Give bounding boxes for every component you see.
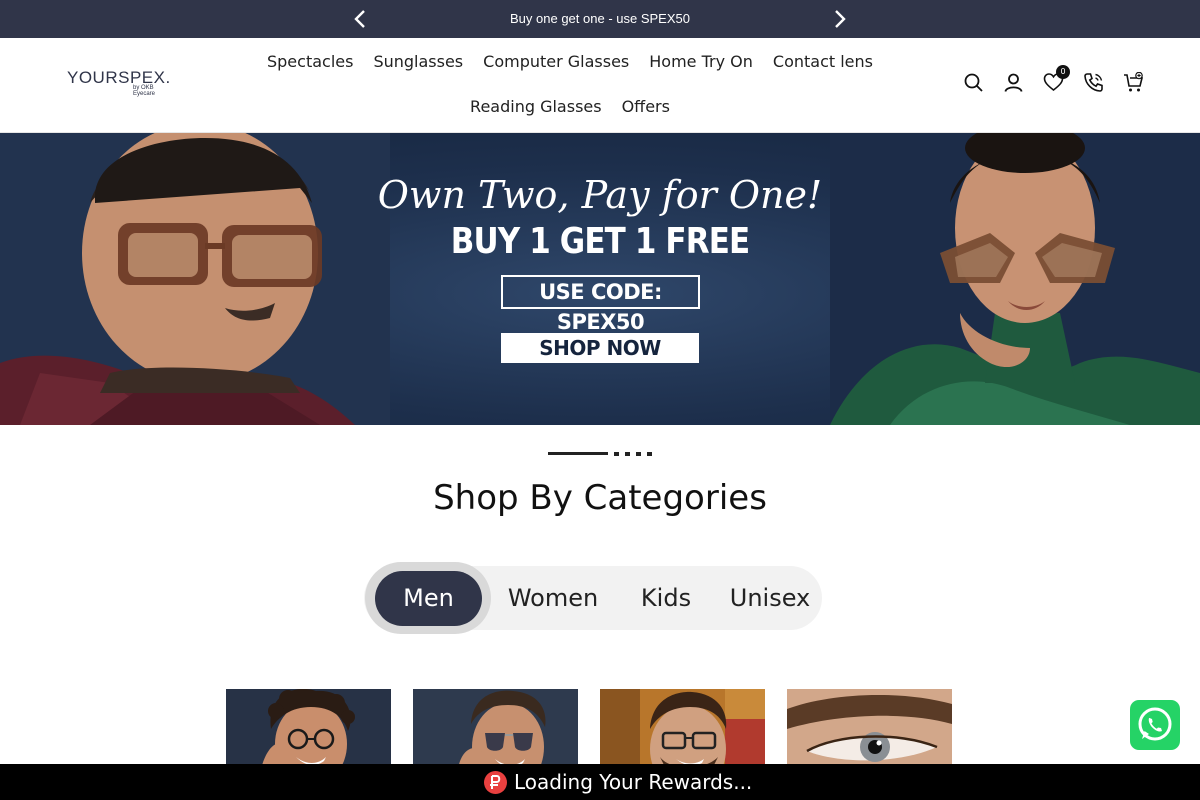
category-tile[interactable] [226, 689, 391, 769]
tab-men[interactable]: Men [365, 562, 491, 634]
site-header: YOURSPEX. by OKB Eyecare Spectacles Sung… [0, 38, 1200, 133]
brand-logo[interactable]: YOURSPEX. by OKB Eyecare [67, 68, 171, 97]
men-curly-hair-model-image [226, 689, 391, 769]
men-aviator-sunglasses-model-image [413, 689, 578, 769]
nav-row-1: Spectacles Sunglasses Computer Glasses H… [240, 38, 900, 84]
phone-icon [1084, 73, 1103, 92]
nav-item-sunglasses[interactable]: Sunglasses [373, 52, 463, 71]
rewards-bar[interactable]: Loading Your Rewards... [0, 764, 1200, 800]
search-icon [964, 73, 983, 92]
category-tabs: Men Women Kids Unisex [364, 562, 822, 634]
wishlist-count-badge: 0 [1056, 65, 1070, 79]
category-tile[interactable] [787, 689, 952, 769]
tab-unisex[interactable]: Unisex [720, 566, 820, 630]
nav-row-2: Reading Glasses Offers [240, 84, 900, 128]
nav-item-home-try-on[interactable]: Home Try On [649, 52, 753, 71]
whatsapp-chat-button[interactable] [1130, 700, 1180, 750]
banner-shop-now-button[interactable]: SHOP NOW [501, 333, 699, 363]
rewards-icon [484, 770, 507, 794]
eye-closeup-contact-lens-image [787, 689, 952, 769]
logo-subtext: by OKB Eyecare [133, 85, 156, 97]
banner-promo-code: USE CODE: SPEX50 [501, 275, 700, 334]
divider-dot [636, 452, 641, 456]
tab-kids[interactable]: Kids [629, 566, 703, 630]
wishlist-button[interactable]: 0 [1043, 65, 1070, 93]
nav-item-reading-glasses[interactable]: Reading Glasses [470, 97, 602, 116]
main-nav: Spectacles Sunglasses Computer Glasses H… [240, 38, 900, 128]
user-icon [1004, 73, 1023, 92]
banner-tagline: Own Two, Pay for One! [377, 173, 823, 217]
category-tile[interactable] [413, 689, 578, 769]
chevron-right-icon [835, 10, 846, 28]
men-smiling-rectangle-glasses-model-image [600, 689, 765, 769]
announcement-next-button[interactable] [828, 8, 850, 30]
phone-button[interactable] [1083, 72, 1104, 93]
categories-title: Shop By Categories [433, 478, 767, 518]
nav-item-spectacles[interactable]: Spectacles [267, 52, 353, 71]
tab-men-label: Men [375, 571, 482, 626]
announcement-bar: Buy one get one - use SPEX50 [0, 0, 1200, 38]
rewards-launcher[interactable]: Loading Your Rewards... [484, 770, 752, 794]
divider-dot [625, 452, 630, 456]
nav-item-computer-glasses[interactable]: Computer Glasses [483, 52, 629, 71]
search-button[interactable] [963, 72, 984, 93]
category-tile[interactable] [600, 689, 765, 769]
tab-women[interactable]: Women [495, 566, 611, 630]
banner-headline: BUY 1 GET 1 FREE [450, 221, 750, 262]
nav-item-contact-lens[interactable]: Contact lens [773, 52, 873, 71]
rewards-label: Loading Your Rewards... [514, 770, 753, 794]
divider-dot [614, 452, 619, 456]
hero-banner[interactable]: Own Two, Pay for One! BUY 1 GET 1 FREE U… [0, 133, 1200, 425]
nav-item-offers[interactable]: Offers [622, 97, 670, 116]
cart-icon [1124, 71, 1144, 92]
whatsapp-icon [1138, 707, 1172, 741]
divider-dot [647, 452, 652, 456]
header-actions: 0 [963, 65, 1144, 93]
announcement-text[interactable]: Buy one get one - use SPEX50 [0, 11, 1200, 26]
cart-button[interactable] [1123, 71, 1144, 93]
divider-line [548, 452, 608, 455]
account-button[interactable] [1003, 72, 1024, 93]
